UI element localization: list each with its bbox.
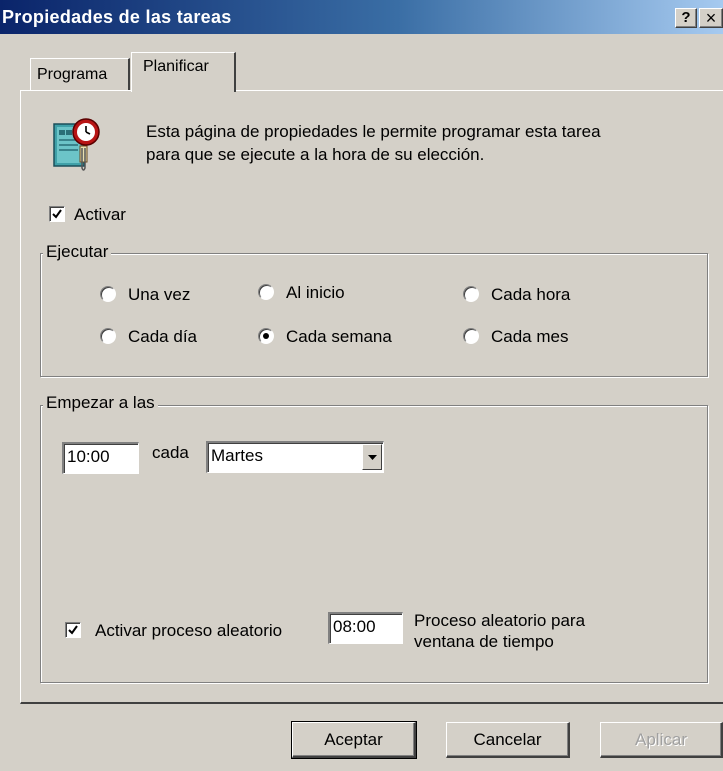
close-button[interactable]: ×: [699, 8, 723, 28]
radio-selected-dot: [263, 333, 269, 339]
day-select[interactable]: Martes: [206, 441, 384, 473]
ejecutar-group: [40, 253, 708, 377]
radio-cada-dia-label: Cada día: [128, 327, 197, 346]
radio-cada-hora[interactable]: [463, 286, 479, 302]
activar-checkbox[interactable]: [49, 206, 65, 222]
ejecutar-legend: Ejecutar: [43, 242, 112, 262]
tab-planificar[interactable]: Planificar: [131, 52, 236, 92]
chevron-down-icon: [368, 455, 377, 460]
random-time-field[interactable]: 08:00: [328, 612, 403, 644]
radio-una-vez-label: Una vez: [128, 285, 191, 304]
description-line-2: para que se ejecute a la hora de su elec…: [146, 145, 485, 164]
random-description-line-2: ventana de tiempo: [414, 632, 554, 651]
aceptar-label: Aceptar: [324, 730, 383, 749]
aceptar-button[interactable]: Aceptar: [291, 721, 417, 759]
dropdown-button[interactable]: [362, 444, 382, 470]
radio-cada-mes[interactable]: [463, 328, 479, 344]
title-bar[interactable]: Propiedades de las tareas ? ×: [0, 0, 723, 34]
random-process-label: Activar proceso aleatorio: [95, 621, 283, 640]
cancelar-label: Cancelar: [473, 730, 542, 749]
scheduled-task-clock-icon: [52, 116, 104, 176]
radio-al-inicio-label: Al inicio: [286, 283, 345, 302]
activar-label: Activar: [74, 205, 126, 224]
checkmark-icon: [52, 209, 62, 219]
window-title: Propiedades de las tareas: [2, 7, 232, 27]
day-select-value: Martes: [211, 446, 263, 465]
radio-cada-mes-label: Cada mes: [491, 327, 569, 346]
random-description-line-1: Proceso aleatorio para: [414, 611, 586, 630]
tab-programa[interactable]: Programa: [30, 58, 130, 90]
radio-cada-dia[interactable]: [100, 328, 116, 344]
page-description: Esta página de propiedades le permite pr…: [146, 120, 686, 166]
radio-cada-hora-label: Cada hora: [491, 285, 571, 304]
cancelar-button[interactable]: Cancelar: [446, 722, 570, 758]
aplicar-button[interactable]: Aplicar: [600, 722, 723, 758]
checkmark-icon: [68, 625, 78, 635]
help-button[interactable]: ?: [675, 8, 697, 28]
radio-cada-semana-label: Cada semana: [286, 327, 392, 346]
start-time-field[interactable]: 10:00: [62, 442, 139, 474]
description-line-1: Esta página de propiedades le permite pr…: [146, 122, 601, 141]
aplicar-label: Aplicar: [635, 730, 687, 749]
empezar-legend: Empezar a las: [43, 393, 158, 413]
radio-cada-semana[interactable]: [258, 328, 274, 344]
random-description: Proceso aleatorio para ventana de tiempo: [414, 610, 585, 652]
radio-al-inicio[interactable]: [258, 284, 274, 300]
radio-una-vez[interactable]: [100, 286, 116, 302]
random-process-checkbox[interactable]: [65, 622, 81, 638]
cada-label: cada: [152, 443, 189, 462]
